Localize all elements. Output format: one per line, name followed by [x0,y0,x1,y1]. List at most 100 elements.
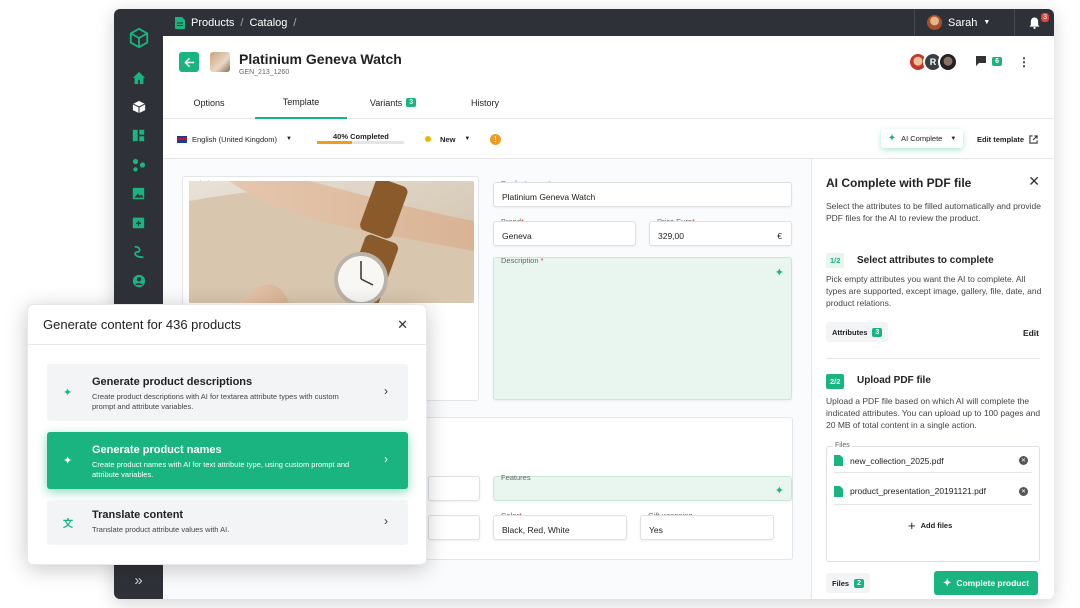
network-icon[interactable] [129,155,148,174]
plus-icon: + [908,518,916,533]
step-1-title: Select attributes to complete [857,255,994,266]
price-field[interactable]: 329,00 € [649,221,792,246]
chevron-down-icon: ▼ [464,136,471,142]
document-icon [175,16,185,29]
breadcrumb-catalog[interactable]: Catalog [249,17,287,29]
panel-title: AI Complete with PDF file [826,176,972,190]
chevron-down-icon: ▼ [950,135,957,142]
avatar [927,15,942,30]
remove-file-icon[interactable]: ✕ [1019,456,1028,465]
more-options-icon[interactable]: ⋮ [1018,55,1030,69]
option-title: Generate product descriptions [92,376,253,388]
hidden-field[interactable] [428,515,480,540]
collaborator-avatars[interactable]: R [908,52,958,72]
dashboard-icon[interactable] [129,126,148,145]
color-field[interactable]: Black, Red, White [493,515,627,540]
file-row[interactable]: product_presentation_20191121.pdf ✕ [834,478,1032,505]
back-button[interactable] [179,52,199,72]
file-row[interactable]: new_collection_2025.pdf ✕ [834,449,1032,473]
product-box-icon[interactable] [129,97,148,116]
ai-complete-label: AI Complete [901,134,943,143]
edit-template-link[interactable]: Edit template [977,119,1038,159]
page-title: Platinium Geneva Watch [239,51,402,67]
breadcrumb-separator: / [293,16,297,29]
bell-icon [1029,17,1040,29]
step-2-title: Upload PDF file [857,375,931,386]
generate-descriptions-option[interactable]: ✦ Generate product descriptions Create p… [47,364,408,421]
image-icon[interactable] [129,184,148,203]
chevron-right-icon: › [384,514,388,528]
completion-progress-bar [317,141,404,144]
remove-file-icon[interactable]: ✕ [1019,486,1028,496]
close-icon[interactable]: ✕ [397,317,408,333]
warning-icon[interactable]: ! [490,119,501,159]
comments-count-badge: 6 [992,56,1002,66]
tab-history[interactable]: History [439,86,531,119]
add-files-button[interactable]: + Add files [908,518,952,533]
files-label: Files [833,442,852,449]
features-label: Features [501,473,531,482]
language-select[interactable]: English (United Kingdom) ▼ [177,119,292,159]
files-count-badge: 2 [854,578,864,588]
uk-flag-icon [177,135,187,143]
file-name: product_presentation_20191121.pdf [850,486,986,496]
complete-product-button[interactable]: ✦ Complete product [934,571,1038,595]
option-description: Create product descriptions with AI for … [92,392,339,411]
tab-label: Variants [369,97,403,108]
features-field[interactable]: ✦ [493,476,792,501]
attributes-count-badge: 3 [872,327,883,337]
close-icon[interactable]: ✕ [1028,173,1040,190]
notifications-button[interactable]: 3 [1014,9,1054,36]
tab-label: Template [282,96,320,107]
user-name: Sarah [948,16,978,29]
attributes-chip[interactable]: Attributes 3 [826,322,889,342]
status-select[interactable]: New ▼ [425,119,470,159]
divider [826,358,1040,359]
route-icon[interactable] [129,242,148,261]
panel-intro: Select the attributes to be filled autom… [826,201,1041,223]
progress-label: 40% Completed [333,132,389,141]
product-thumbnail [210,52,230,72]
status-dot-icon [425,136,431,142]
tab-variants[interactable]: Variants 3 [347,86,439,119]
description-field[interactable]: ✦ [493,257,792,400]
avatar [938,52,958,72]
edit-attributes-link[interactable]: Edit [1023,328,1039,338]
file-icon [834,455,843,466]
logo-icon[interactable] [126,25,151,50]
tab-options[interactable]: Options [163,86,255,119]
generate-names-option[interactable]: ✦ Generate product names Create product … [47,432,408,489]
ai-complete-button[interactable]: ✦ AI Complete ▼ [881,129,963,148]
chevron-down-icon: ▼ [286,136,292,142]
calendar-add-icon[interactable] [129,213,148,232]
tab-bar: Options Template Variants 3 History [163,86,531,119]
chevron-right-icon: › [384,384,388,398]
files-footer-label: Files [832,578,850,588]
attributes-label: Attributes [832,327,868,337]
comments-button[interactable]: 6 [976,56,1002,66]
file-name: new_collection_2025.pdf [850,455,944,466]
price-value: 329,00 [658,231,684,241]
home-icon[interactable] [129,68,148,87]
sparkle-icon: ✦ [63,387,73,399]
chevron-right-icon: › [384,452,388,466]
breadcrumb-products[interactable]: Products [191,17,234,29]
main-product-image[interactable] [189,181,474,303]
complete-product-label: Complete product [956,578,1030,588]
translate-content-option[interactable]: 文 Translate content Translate product at… [47,500,408,545]
breadcrumb-separator: / [240,16,244,29]
files-footer-chip[interactable]: Files 2 [826,573,870,593]
brand-field[interactable]: Geneva [493,221,636,246]
generate-content-modal: Generate content for 436 products ✕ ✦ Ge… [27,304,427,565]
tab-template[interactable]: Template [255,86,347,119]
variants-count-badge: 3 [406,98,417,107]
account-icon[interactable] [129,271,148,290]
expand-sidebar-icon[interactable]: » [129,572,148,589]
product-name-field[interactable]: Platinium Geneva Watch [493,182,792,207]
gift-wrapping-field[interactable]: Yes [640,515,774,540]
sparkle-icon: ✦ [942,577,952,589]
status-value: New [440,134,456,144]
arrow-left-icon [183,57,194,67]
hidden-field[interactable] [428,476,480,501]
user-menu[interactable]: Sarah ▼ [914,9,1004,36]
